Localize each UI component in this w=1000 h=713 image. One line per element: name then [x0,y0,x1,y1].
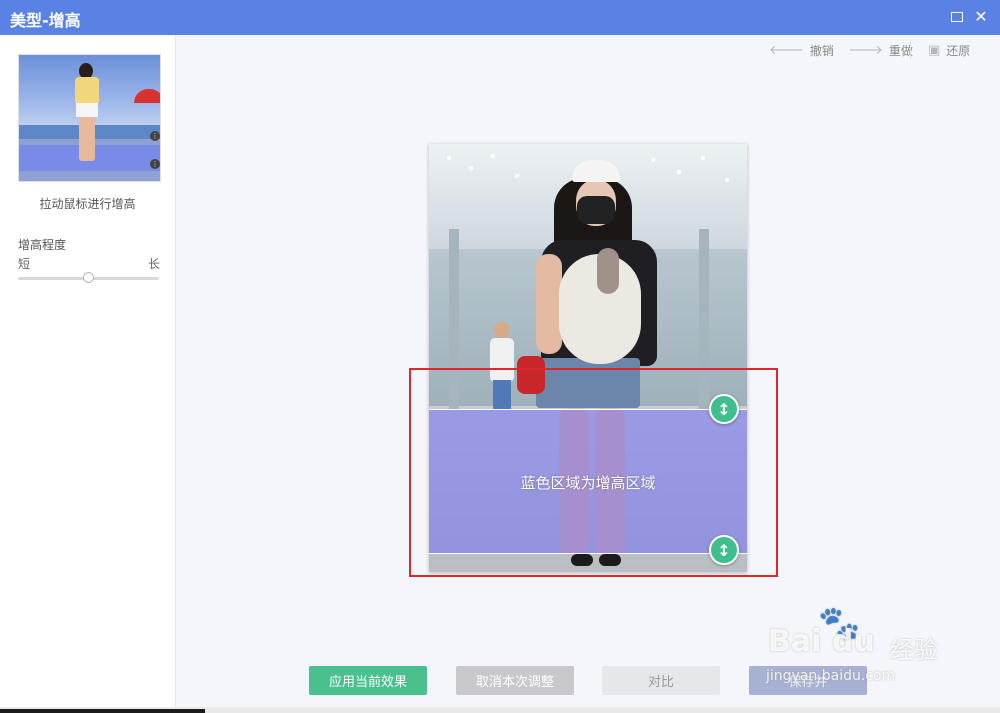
image-restore-icon: ▣ [928,42,941,58]
undo-button[interactable]: 🡐 撤销 [769,42,834,58]
redo-button[interactable]: 🡒 重做 [848,42,913,58]
resize-vertical-icon: ↕ [717,399,731,419]
thumb-person-legs [79,117,95,161]
person-bag [517,356,545,394]
degree-slider[interactable] [18,272,159,283]
undo-label: 撤销 [809,43,834,58]
child-head [494,322,510,338]
ceiling-light [651,158,655,162]
restore-button[interactable]: ▣ 还原 [928,42,970,58]
person-shorts [536,358,640,408]
ceiling-light [515,174,519,178]
maximize-button[interactable] [948,8,966,26]
toolbar-divider [910,41,911,59]
preview-thumbnail[interactable]: ⋮ ⋮ [18,54,161,182]
degree-min-label: 短 [18,257,31,271]
restore-label: 还原 [946,43,971,58]
child-body [490,338,514,382]
thumb-person-shorts [76,103,98,117]
ceiling-light [725,178,729,182]
title-bar: 美型-增高 ✕ [0,0,1000,35]
arrow-right-icon: 🡒 [848,43,883,58]
person-mask [577,196,615,224]
save-button[interactable]: 保存并 [749,666,867,695]
ceiling-light [677,170,681,174]
stretch-hint: 拉动鼠标进行增高 [39,197,136,211]
person-cap [572,160,620,182]
resize-vertical-icon: ↕ [717,540,731,560]
ceiling-light [469,166,473,170]
apply-effect-button[interactable]: 应用当前效果 [309,666,427,695]
stretch-zone[interactable]: 蓝色区域为增高区域 [429,409,747,554]
degree-max-label: 长 [148,257,161,271]
thumb-person-body [75,77,99,105]
arrow-left-icon: 🡐 [769,43,804,58]
main-canvas-area: 🡐 撤销 🡒 重做 ▣ 还原 蓝色区域为增高区域 ↕ ↕ 应用当前效果 取消本次… [176,35,1000,707]
degree-label: 增高程度 [18,238,67,252]
close-button[interactable]: ✕ [972,8,990,26]
ceiling-light [701,156,705,160]
thumb-bottom-handle-icon: ⋮ [150,159,160,169]
taskbar-edge [0,709,205,713]
degree-slider-thumb[interactable] [83,272,94,283]
person-left-shoe [571,554,593,566]
close-icon: ✕ [974,7,988,26]
sidebar: ⋮ ⋮ 拉动鼠标进行增高 增高程度 短 长 [0,35,176,707]
ceiling-light [491,154,495,158]
top-resize-handle[interactable]: ↕ [709,394,739,424]
background-child [487,322,517,412]
pillar [449,229,459,409]
photo-canvas[interactable]: 蓝色区域为增高区域 ↕ ↕ [429,144,747,572]
pillar [699,229,709,409]
compare-button[interactable]: 对比 [602,666,720,695]
child-legs [493,380,511,410]
window-title: 美型-增高 [10,11,81,30]
plush-toy-ear [597,248,619,294]
bottom-resize-handle[interactable]: ↕ [709,535,739,565]
person-right-shoe [599,554,621,566]
thumb-top-handle-icon: ⋮ [150,131,160,141]
ceiling-light [447,156,451,160]
stretch-zone-label: 蓝色区域为增高区域 [520,474,656,492]
maximize-icon [951,12,963,22]
cancel-adjustment-button[interactable]: 取消本次调整 [456,666,574,695]
